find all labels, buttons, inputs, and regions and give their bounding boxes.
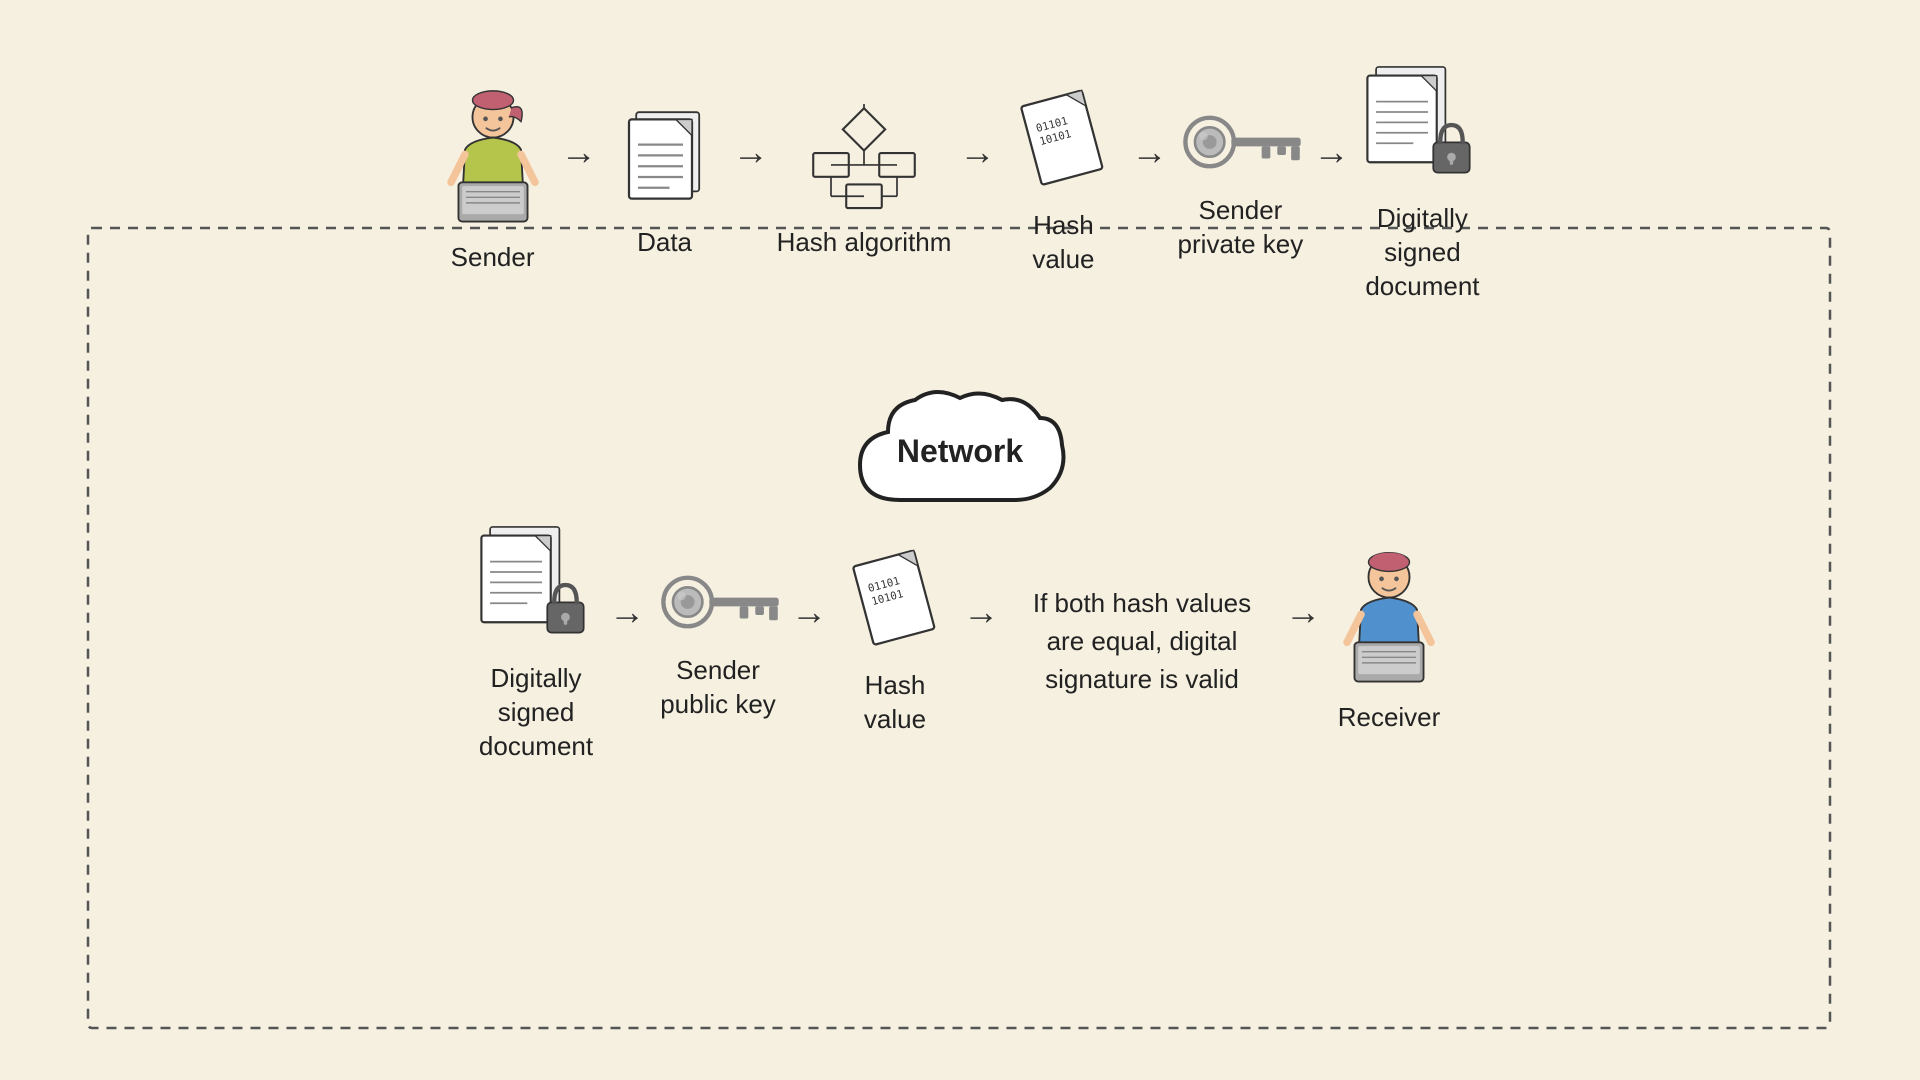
validation-label: If both hash valuesare equal, digitalsig… xyxy=(1033,585,1251,698)
top-row: Sender → Data → xyxy=(60,60,1860,303)
hash-algorithm-label: Hash algorithm xyxy=(777,226,952,260)
arrow-1: → xyxy=(561,131,597,173)
sender-public-key-icon xyxy=(653,562,783,642)
arrow-7: → xyxy=(791,591,827,633)
hash-value-top-label: Hashvalue xyxy=(1032,209,1094,277)
sender-private-key-label: Senderprivate key xyxy=(1178,194,1304,262)
node-signed-doc-bottom: Digitallysigneddocument xyxy=(471,520,601,763)
sender-private-key-icon xyxy=(1175,102,1305,182)
receiver-icon xyxy=(1334,549,1444,689)
arrow-6: → xyxy=(609,591,645,633)
arrow-2: → xyxy=(733,131,769,173)
sender-label: Sender xyxy=(451,241,535,275)
hash-value-bottom-label: Hashvalue xyxy=(864,669,926,737)
bottom-row: Digitallysigneddocument → Senderpublic k… xyxy=(60,520,1860,763)
arrow-8: → xyxy=(963,591,999,633)
signed-doc-top-label: Digitallysigneddocument xyxy=(1365,202,1479,303)
node-sender-private-key: Senderprivate key xyxy=(1175,102,1305,262)
node-receiver: Receiver xyxy=(1329,549,1449,735)
arrow-4: → xyxy=(1131,131,1167,173)
node-data: Data xyxy=(605,104,725,260)
arrow-9: → xyxy=(1285,591,1321,633)
network-node: Network xyxy=(840,370,1080,545)
data-label: Data xyxy=(637,226,692,260)
node-sender: Sender xyxy=(433,89,553,275)
node-hash-algo: Hash algorithm xyxy=(777,104,952,260)
hash-value-bottom-icon: 01101 10101 xyxy=(850,547,940,657)
receiver-label: Receiver xyxy=(1338,701,1441,735)
sender-public-key-label: Senderpublic key xyxy=(660,654,776,722)
arrow-3: → xyxy=(959,131,995,173)
signed-doc-top-icon xyxy=(1357,60,1487,190)
network-cloud-icon: Network xyxy=(840,370,1080,540)
node-hash-value-bottom: 01101 10101 Hashvalue xyxy=(835,547,955,737)
data-icon xyxy=(620,104,710,214)
signed-doc-bottom-icon xyxy=(471,520,601,650)
node-signed-doc-top: Digitallysigneddocument xyxy=(1357,60,1487,303)
hash-value-top-icon: 01101 10101 xyxy=(1018,87,1108,197)
node-hash-value-top: 01101 10101 Hashvalue xyxy=(1003,87,1123,277)
diagram: Sender → Data → xyxy=(0,0,1920,1080)
node-validation: If both hash valuesare equal, digitalsig… xyxy=(1007,585,1277,698)
sender-icon xyxy=(438,89,548,229)
signed-doc-bottom-label: Digitallysigneddocument xyxy=(479,662,593,763)
hash-algorithm-icon xyxy=(809,104,919,214)
network-label: Network xyxy=(897,433,1023,469)
node-sender-public-key: Senderpublic key xyxy=(653,562,783,722)
arrow-5: → xyxy=(1313,131,1349,173)
